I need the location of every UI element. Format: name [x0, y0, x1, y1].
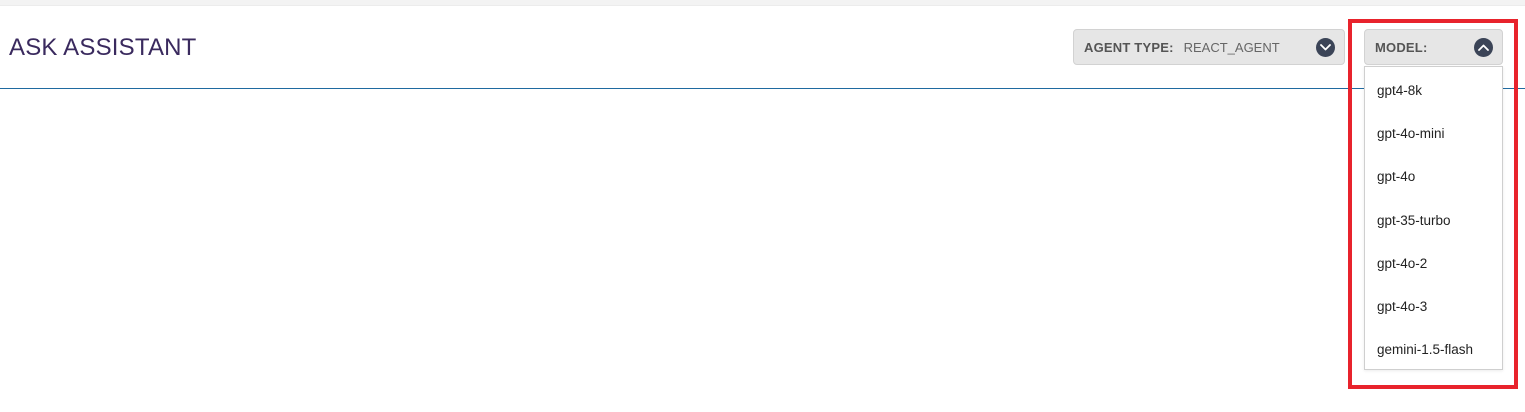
- model-option[interactable]: gpt4-8k: [1365, 69, 1502, 112]
- model-options-list: gpt4-8k gpt-4o-mini gpt-4o gpt-35-turbo …: [1365, 69, 1502, 371]
- chevron-up-icon[interactable]: [1474, 38, 1493, 57]
- page-title: ASK ASSISTANT: [9, 34, 197, 61]
- top-strip: [0, 0, 1525, 6]
- model-option[interactable]: gpt-4o: [1365, 155, 1502, 198]
- model-option[interactable]: gpt-4o-3: [1365, 285, 1502, 328]
- agent-type-select[interactable]: AGENT TYPE: REACT_AGENT: [1073, 29, 1345, 65]
- model-option[interactable]: gpt-4o-mini: [1365, 112, 1502, 155]
- model-dropdown-menu: gpt4-8k gpt-4o-mini gpt-4o gpt-35-turbo …: [1364, 66, 1503, 370]
- agent-type-value: REACT_AGENT: [1183, 39, 1280, 55]
- model-option[interactable]: gemini-1.5-flash: [1365, 328, 1502, 371]
- model-label: MODEL:: [1375, 39, 1428, 55]
- agent-type-label: AGENT TYPE:: [1084, 39, 1174, 55]
- model-option[interactable]: gpt-35-turbo: [1365, 199, 1502, 242]
- chevron-down-icon[interactable]: [1316, 38, 1335, 57]
- model-option[interactable]: gpt-4o-2: [1365, 242, 1502, 285]
- header-divider: [0, 88, 1525, 89]
- model-select[interactable]: MODEL:: [1364, 29, 1503, 65]
